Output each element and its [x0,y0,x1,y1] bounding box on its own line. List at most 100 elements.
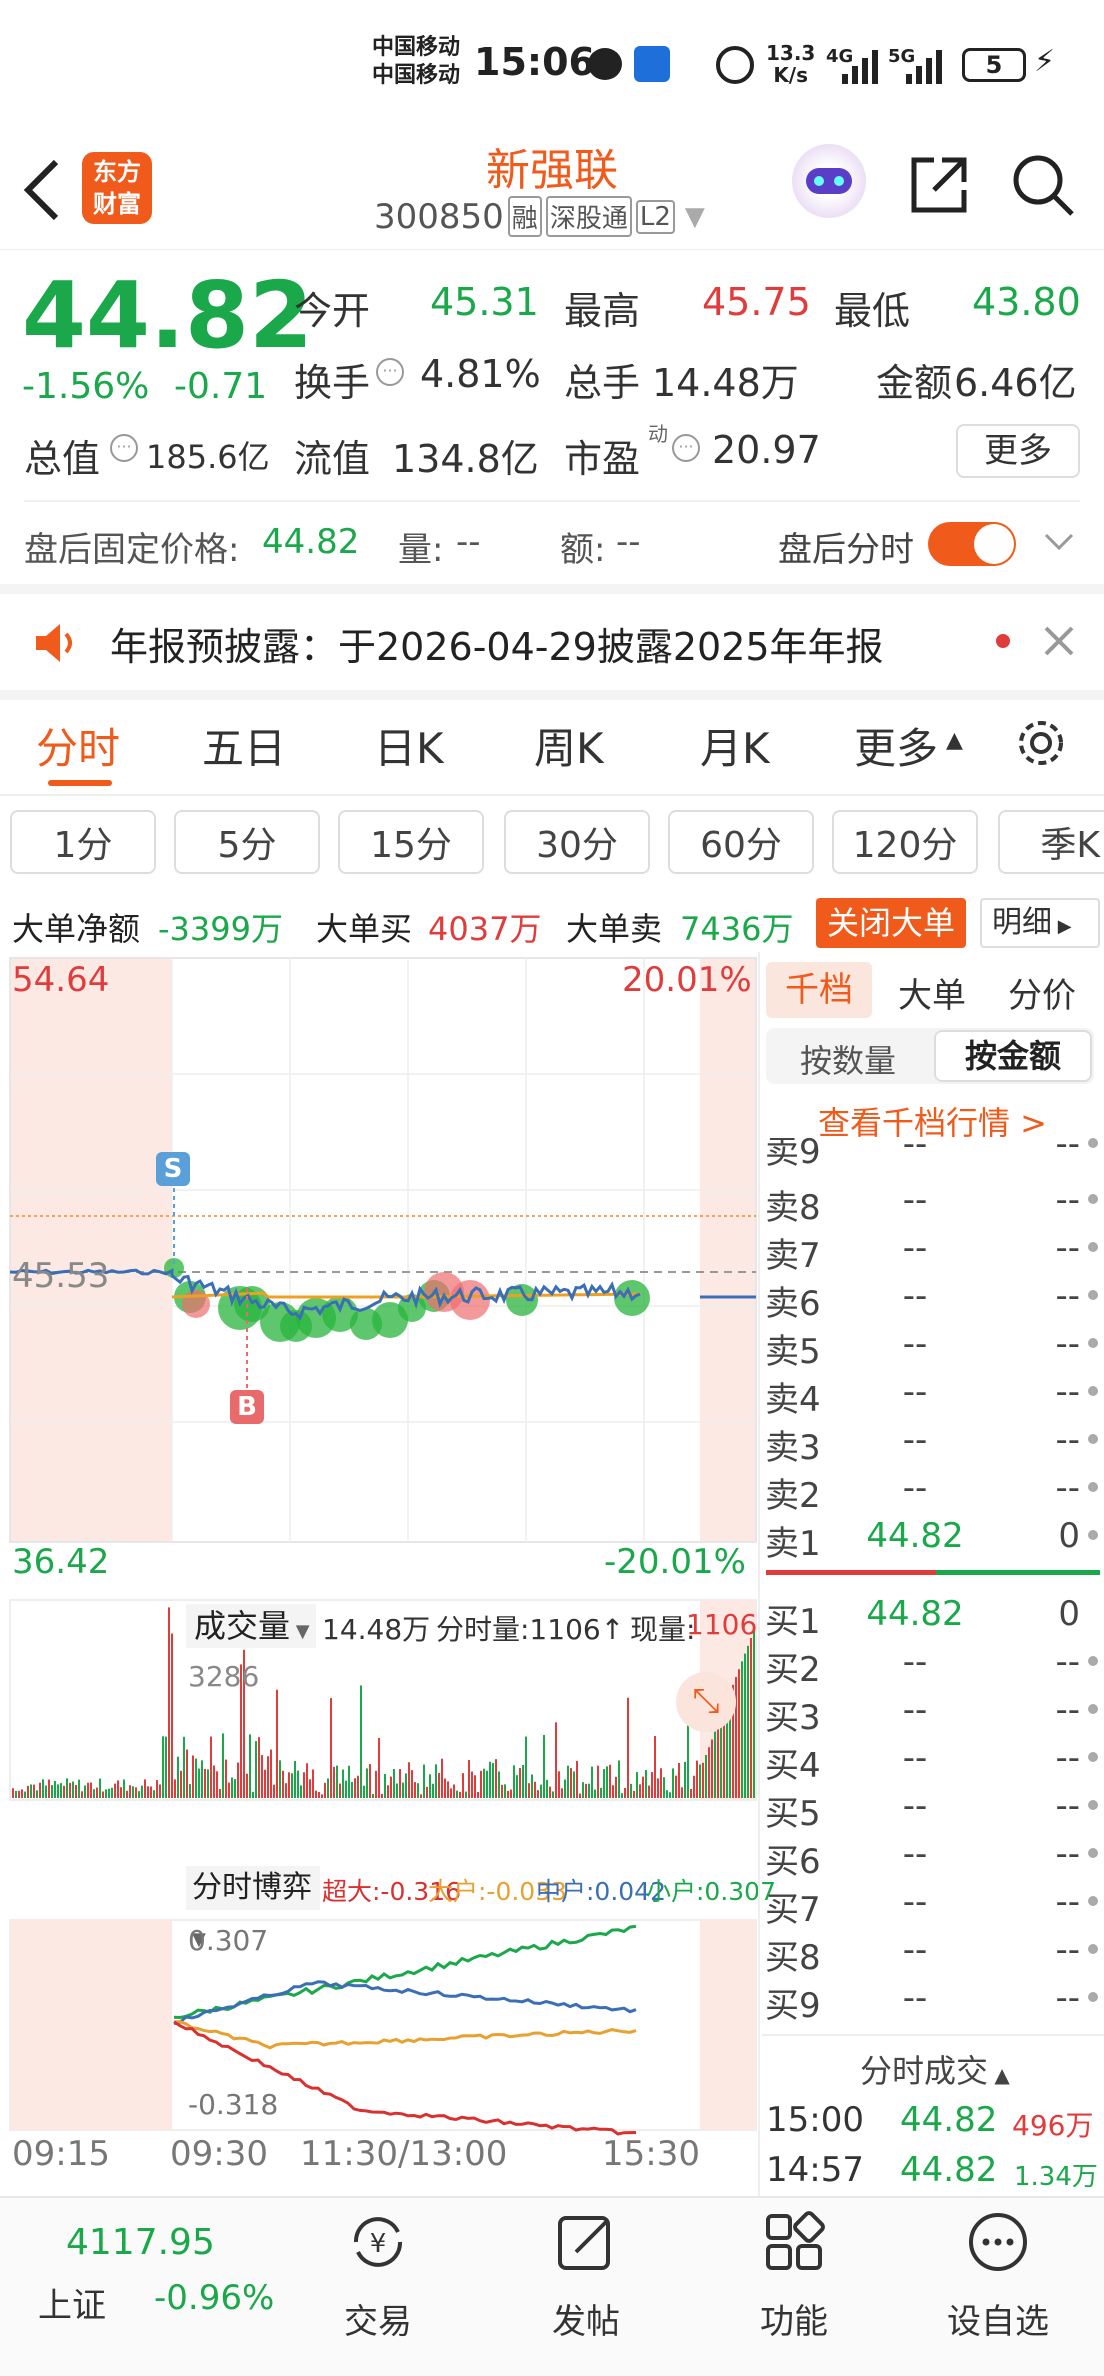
index-value[interactable]: 4117.95 [66,2222,215,2263]
ask-price: -- [902,1276,928,1316]
big-net-label: 大单净额 [12,910,141,948]
bid-price: -- [902,1834,928,1874]
dot-icon [1088,1944,1098,1954]
nav-trade[interactable]: ¥ 交易 [298,2210,458,2342]
volume-bar [699,1764,701,1798]
dot-icon [1088,1242,1098,1252]
sell-marker[interactable]: S [156,1152,190,1186]
panel-divider [758,952,760,2208]
trade-price: 44.82 [900,2150,998,2190]
detail-button[interactable]: 明细 ▶ [980,898,1100,948]
sub-tab-by-quantity[interactable]: 按数量 [800,1036,896,1082]
period-5min[interactable]: 5分 [174,810,320,874]
ask-price: -- [902,1324,928,1364]
chart-ref-price: 45.53 [12,1256,110,1296]
assistant-robot-icon[interactable] [792,144,866,218]
volume-bar [84,1785,86,1798]
volume-bar [291,1773,293,1798]
tab-thousand-levels[interactable]: 千档 [766,962,872,1018]
info-icon[interactable]: ··· [672,434,700,462]
tab-daily-k[interactable]: 日K [374,715,444,776]
notice-bar[interactable]: 年报预披露：于2026-04-29披露2025年年报 [0,594,1104,690]
volume-bar [486,1770,488,1798]
search-icon[interactable] [1010,152,1076,218]
volume-bar [546,1779,548,1798]
volume-bar [201,1760,203,1798]
period-1min[interactable]: 1分 [10,810,156,874]
ask-row: 卖8 -- -- [765,1180,1104,1228]
volume-bar [327,1778,329,1798]
period-15min[interactable]: 15分 [338,810,484,874]
more-dots-icon [969,2213,1027,2271]
after-hours-label: 盘后固定价格: [24,530,240,570]
period-quarter-k[interactable]: 季K [998,810,1104,874]
volume-bar [69,1782,71,1798]
grid-icon [766,2211,825,2270]
volume-bar [675,1775,677,1798]
speaker-icon [36,624,72,662]
info-icon[interactable]: ··· [110,434,138,462]
big-buy-label: 大单买 [316,910,413,948]
volume-bar [93,1789,95,1798]
battery-icon: 5 [962,48,1026,82]
volume-bar [141,1785,143,1798]
ask-vol: -- [1055,1138,1080,1164]
period-60min[interactable]: 60分 [668,810,814,874]
volume-bar [513,1765,515,1798]
tab-monthly-k[interactable]: 月K [700,715,770,776]
after-hours-toggle[interactable] [928,522,1016,566]
volume-bar [627,1697,629,1798]
expand-icon[interactable]: ⤡ [676,1672,736,1732]
nav-trade-label: 交易 [344,2302,412,2342]
nav-add-watchlist[interactable]: 设自选 [918,2210,1078,2342]
buy-marker[interactable]: B [230,1390,264,1424]
ask-label: 卖2 [765,1476,821,1516]
volume-bar [567,1765,569,1798]
index-name: 上证 [38,2286,106,2326]
nav-functions[interactable]: 功能 [714,2210,874,2342]
settings-gear-icon[interactable] [1014,716,1068,770]
ask-price: -- [902,1138,928,1164]
volume-bar [252,1791,254,1798]
close-icon[interactable] [1042,624,1076,658]
tab-more[interactable]: 更多 [854,715,938,776]
info-icon[interactable]: ··· [376,358,404,386]
volume-bar [78,1779,80,1798]
tab-price-dist[interactable]: 分价 [1008,968,1076,1017]
sub-tab-by-amount[interactable]: 按金额 [934,1030,1092,1082]
volume-bar [96,1787,98,1798]
nav-post[interactable]: 发帖 [506,2210,666,2342]
volume-bar [495,1759,497,1798]
dot-icon [1088,1434,1098,1444]
stock-code-line[interactable]: 300850 融 深股通 L2 ▼ [374,196,705,237]
volume-bar [585,1783,587,1798]
volume-bar [279,1760,281,1798]
period-120min[interactable]: 120分 [832,810,978,874]
bid-price: -- [902,1978,928,2018]
share-icon[interactable] [906,152,972,218]
tab-weekly-k[interactable]: 周K [534,715,604,776]
volume-bar [330,1698,332,1798]
volume-bar [522,1765,524,1798]
volume-selector[interactable]: 成交量 ▼ [186,1604,316,1648]
volume-bar [402,1782,404,1798]
dot-icon [1088,1338,1098,1348]
volume-bar [588,1783,590,1798]
volume-bar [483,1768,485,1798]
volume-bar [180,1770,182,1798]
trades-title[interactable]: 分时成交 ▲ [860,2046,1010,2092]
game-selector[interactable]: 分时博弈 ▼ [186,1866,320,1950]
ask-row: 卖4 -- -- [765,1372,1104,1420]
volume-bar [696,1760,698,1798]
close-big-orders-button[interactable]: 关闭大单 [816,898,966,948]
more-button[interactable]: 更多 [956,424,1080,478]
period-30min[interactable]: 30分 [504,810,650,874]
volume-bar [624,1788,626,1798]
tab-big-orders[interactable]: 大单 [898,968,966,1017]
chevron-down-icon[interactable] [1044,532,1074,552]
volume-bar [138,1791,140,1798]
intraday-chart[interactable] [0,952,760,2212]
section-gap [0,584,1104,594]
tab-intraday[interactable]: 分时 [36,715,120,776]
tab-five-day[interactable]: 五日 [202,715,286,776]
